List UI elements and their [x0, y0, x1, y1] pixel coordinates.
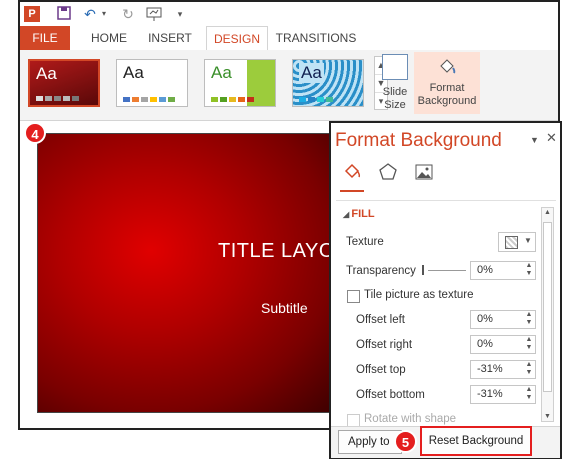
fill-section-header[interactable]: ◢ FILL [343, 208, 375, 220]
slide-size-label: Slide Size [382, 86, 408, 111]
transparency-spinner[interactable]: 0% ▲ ▼ [470, 261, 536, 280]
texture-picker-button[interactable]: ▼ [498, 232, 536, 252]
customize-toolbar-icon[interactable]: ▾ [172, 6, 188, 22]
offset-left-value: 0% [477, 313, 493, 325]
quick-access-toolbar: P ↶ ▾ ↻ ▾ [20, 2, 558, 26]
theme-thumbnail-4[interactable]: Aa [292, 59, 364, 107]
save-icon[interactable] [56, 6, 72, 22]
active-tab-indicator [340, 190, 364, 192]
tile-texture-label: Tile picture as texture [364, 289, 474, 301]
scroll-down-icon[interactable]: ▼ [544, 413, 551, 420]
pane-scrollbar[interactable]: ▲ ▼ [541, 207, 554, 422]
reset-background-button[interactable]: Reset Background [420, 426, 532, 456]
paint-bucket-tab-icon[interactable] [340, 162, 364, 186]
theme-label: Aa [36, 64, 57, 83]
tile-texture-checkbox[interactable] [347, 290, 360, 303]
undo-dropdown-icon[interactable]: ▾ [96, 6, 112, 22]
tab-transitions[interactable]: TRANSITIONS [274, 26, 358, 50]
spinner-arrows-icon[interactable]: ▲ ▼ [523, 262, 535, 279]
theme-color-bars [211, 97, 254, 102]
offset-top-value: -31% [477, 363, 503, 375]
theme-thumbnail-1[interactable]: Aa [28, 59, 100, 107]
offset-left-spinner[interactable]: 0% ▲ ▼ [470, 310, 536, 329]
chevron-down-icon: ▼ [524, 236, 532, 245]
texture-swatch-icon [505, 236, 518, 249]
slide-size-icon [382, 54, 408, 80]
offset-bottom-label: Offset bottom [356, 389, 425, 401]
slide[interactable] [37, 133, 337, 413]
offset-bottom-value: -31% [477, 388, 503, 400]
transparency-slider-thumb[interactable] [422, 265, 424, 275]
tab-insert[interactable]: INSERT [142, 26, 198, 50]
step-badge-5: 5 [394, 430, 417, 453]
rotate-with-shape-label: Rotate with shape [364, 413, 457, 425]
spinner-arrows-icon[interactable]: ▲ ▼ [523, 361, 535, 378]
pane-options-icon[interactable]: ▼ [530, 135, 539, 145]
theme-label: Aa [211, 63, 232, 82]
offset-right-spinner[interactable]: 0% ▲ ▼ [470, 335, 536, 354]
theme-label: Aa [299, 63, 324, 83]
pane-title: Format Background [335, 130, 502, 151]
offset-top-label: Offset top [356, 364, 406, 376]
transparency-value: 0% [477, 264, 493, 276]
step-badge-4: 4 [24, 122, 46, 144]
pane-divider [336, 200, 556, 201]
spinner-arrows-icon[interactable]: ▲ ▼ [523, 386, 535, 403]
picture-icon[interactable] [412, 162, 436, 186]
slide-size-button[interactable]: Slide Size [376, 54, 414, 112]
presentation-icon[interactable] [146, 6, 162, 22]
transparency-label: Transparency [346, 265, 416, 277]
offset-top-spinner[interactable]: -31% ▲ ▼ [470, 360, 536, 379]
tab-design[interactable]: DESIGN [206, 26, 268, 52]
spinner-arrows-icon[interactable]: ▲ ▼ [523, 311, 535, 328]
tab-home[interactable]: HOME [84, 26, 134, 50]
ribbon: Aa Aa Aa Aa ▲ ▼ ▾ Slide Size Format Back… [20, 50, 558, 121]
scroll-up-icon[interactable]: ▲ [544, 209, 551, 216]
format-background-button[interactable]: Format Background [414, 52, 480, 114]
offset-left-label: Offset left [356, 314, 406, 326]
apply-to-all-button[interactable]: Apply to [338, 430, 402, 454]
format-background-label: Format Background [417, 82, 477, 107]
redo-icon[interactable]: ↻ [120, 6, 136, 22]
ribbon-tabs: FILE HOME INSERT DESIGN TRANSITIONS [20, 26, 558, 52]
pentagon-effects-icon[interactable] [376, 162, 400, 186]
offset-right-label: Offset right [356, 339, 413, 351]
paint-bucket-icon [435, 56, 459, 80]
fill-header-label: FILL [351, 208, 375, 220]
slide-subtitle[interactable]: Subtitle [261, 300, 308, 316]
transparency-slider-track[interactable] [428, 270, 466, 271]
theme-label: Aa [123, 63, 144, 82]
theme-color-bars [299, 97, 333, 102]
offset-bottom-spinner[interactable]: -31% ▲ ▼ [470, 385, 536, 404]
theme-color-bars [36, 96, 79, 101]
powerpoint-logo-icon: P [24, 6, 40, 22]
theme-thumbnail-3[interactable]: Aa [204, 59, 276, 107]
close-icon[interactable]: ✕ [546, 130, 557, 146]
spinner-arrows-icon[interactable]: ▲ ▼ [523, 336, 535, 353]
texture-label: Texture [346, 236, 384, 248]
theme-thumbnail-2[interactable]: Aa [116, 59, 188, 107]
tab-file[interactable]: FILE [20, 26, 70, 50]
theme-color-bars [123, 97, 175, 102]
scrollbar-thumb[interactable] [543, 222, 552, 392]
offset-right-value: 0% [477, 338, 493, 350]
